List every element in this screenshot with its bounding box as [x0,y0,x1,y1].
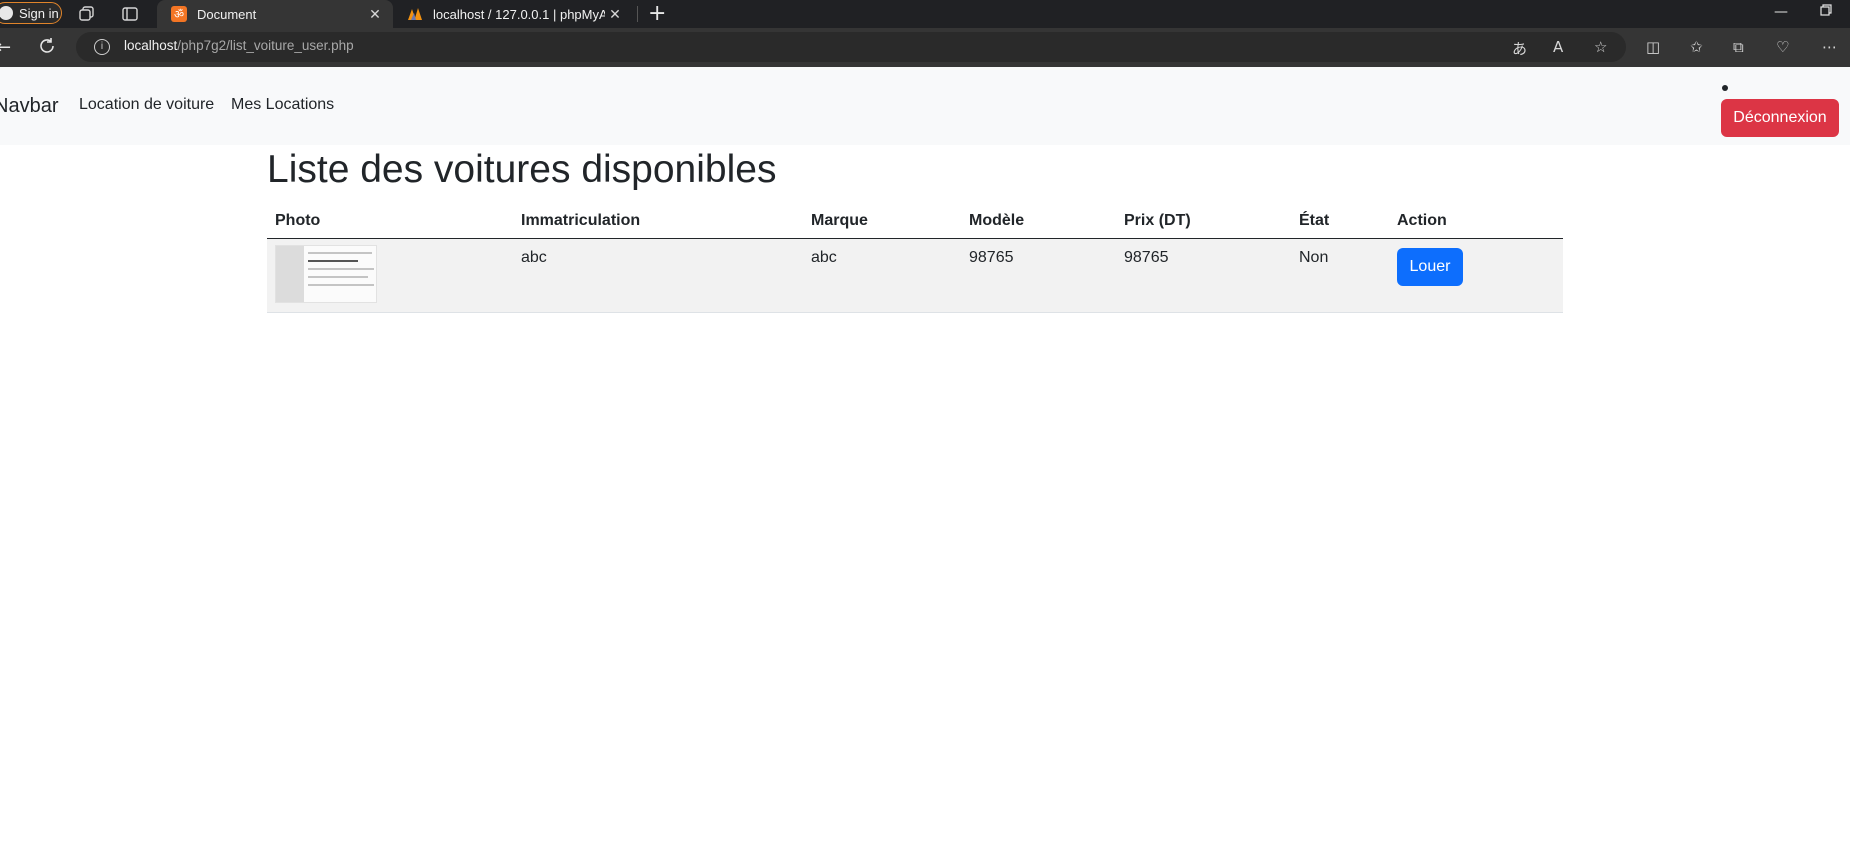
close-tab-icon[interactable]: ✕ [605,6,625,23]
profile-avatar-icon [0,6,13,20]
favorite-star-icon[interactable]: ☆ [1594,38,1607,56]
tab-title: localhost / 127.0.0.1 | phpMyAdm [433,6,605,22]
address-bar[interactable]: i localhost/php7g2/list_voiture_user.php [76,32,1626,62]
cell-prix: 98765 [1116,238,1291,313]
read-aloud-icon[interactable]: A [1553,38,1563,56]
header-prix: Prix (DT) [1116,204,1291,239]
header-etat: État [1291,204,1389,239]
logout-button[interactable]: Déconnexion [1721,99,1839,137]
browser-tab-bar: Sign in ॐ Document ✕ localhost / 127.0.0… [0,0,1850,28]
site-info-icon[interactable]: i [94,39,110,55]
tab-title: Document [197,6,257,22]
sign-in-label: Sign in [19,5,59,21]
favorites-icon[interactable]: ✩ [1690,38,1703,56]
back-icon[interactable]: ← [0,37,11,58]
list-bullet [1722,85,1728,91]
close-tab-icon[interactable]: ✕ [365,6,385,23]
minimize-icon[interactable]: — [1774,4,1788,20]
cell-marque: abc [803,238,961,313]
url-host: localhost [124,38,178,53]
more-menu-icon[interactable]: ⋯ [1822,38,1837,56]
tab-phpmyadmin[interactable]: localhost / 127.0.0.1 | phpMyAdm ✕ [393,0,633,28]
site-navbar: Navbar Location de voiture Mes Locations [0,67,1850,145]
nav-link-mes-locations[interactable]: Mes Locations [231,96,334,114]
cell-action: Louer [1389,238,1563,313]
translate-icon[interactable]: あ [1512,38,1527,59]
url-text[interactable]: localhost/php7g2/list_voiture_user.php [124,38,354,53]
table-row: abc abc 98765 98765 Non Louer [267,238,1563,313]
table-header-row: Photo Immatriculation Marque Modèle Prix… [267,204,1563,239]
restore-icon[interactable] [1820,4,1832,20]
refresh-icon[interactable] [38,37,56,60]
url-path: /php7g2/list_voiture_user.php [177,38,354,53]
cell-modele: 98765 [961,238,1116,313]
tab-actions-icon[interactable] [121,5,139,23]
page-title: Liste des voitures disponibles [267,148,777,191]
cell-immatriculation: abc [513,238,803,313]
xampp-icon: ॐ [171,6,187,22]
louer-button[interactable]: Louer [1397,247,1463,286]
svg-text:ॐ: ॐ [174,8,184,21]
header-marque: Marque [803,204,961,239]
header-immatriculation: Immatriculation [513,204,803,239]
split-screen-icon[interactable]: ◫ [1646,38,1660,56]
cell-etat: Non [1291,238,1389,313]
sign-in-button[interactable]: Sign in [0,2,62,24]
browser-essentials-icon[interactable]: ♡ [1776,38,1789,56]
tab-separator [637,6,638,22]
cars-table: Photo Immatriculation Marque Modèle Prix… [267,204,1563,313]
collections-icon[interactable]: ⧉ [1733,38,1744,56]
new-tab-button[interactable]: + [648,1,666,26]
car-photo [275,244,377,303]
navbar-brand[interactable]: Navbar [0,95,58,118]
tab-document[interactable]: ॐ Document ✕ [157,0,393,28]
header-photo: Photo [267,204,513,239]
workspaces-icon[interactable] [78,5,96,23]
cell-photo [267,238,513,313]
header-action: Action [1389,204,1563,239]
browser-toolbar: ← i localhost/php7g2/list_voiture_user.p… [0,28,1850,67]
nav-link-location-de-voiture[interactable]: Location de voiture [79,96,214,114]
phpmyadmin-icon [407,6,423,22]
header-modele: Modèle [961,204,1116,239]
